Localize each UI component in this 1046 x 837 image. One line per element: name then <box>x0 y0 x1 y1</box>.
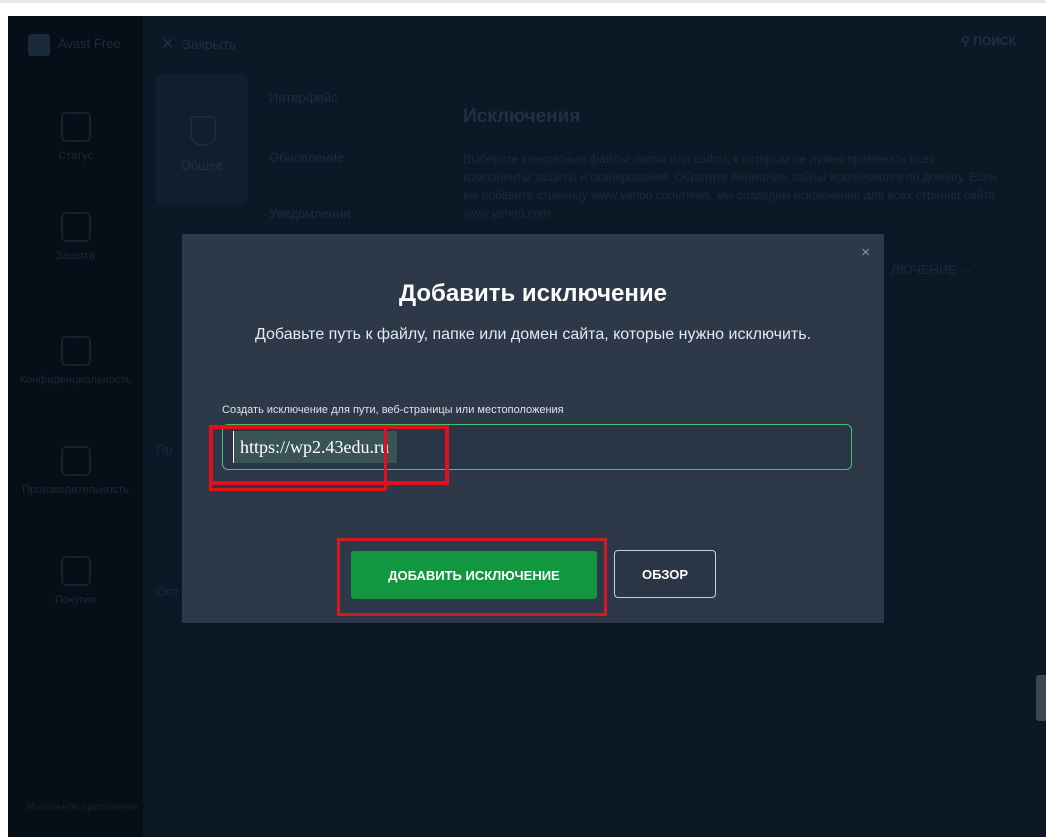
app-sidebar: Avast Free Статус Защита Конфиденциально… <box>8 16 143 837</box>
lock-icon <box>60 212 91 242</box>
sidebar-item-label: Статус <box>58 150 93 162</box>
add-exception-link-label: ЛЮЧЕНИЕ <box>891 262 957 277</box>
dialog-close-icon[interactable]: × <box>861 244 870 261</box>
section-title: Исключения <box>463 106 581 127</box>
side-handle[interactable] <box>1036 675 1046 721</box>
highlight-add-button-box <box>337 538 607 616</box>
window-top-border <box>0 0 1046 3</box>
sidebar-item-label: Покупки <box>54 594 97 606</box>
arrow-right-icon: → <box>960 262 974 277</box>
sidebar-item-performance[interactable]: Производительность <box>8 446 143 496</box>
shield-icon <box>190 116 216 146</box>
speedometer-icon <box>60 446 91 476</box>
sidebar-item-protection[interactable]: Защита <box>8 212 143 262</box>
sidebar-item-label: Производительность <box>22 484 129 496</box>
category-label: Общее <box>180 158 224 173</box>
section-description: Выберите конкретные файлы, папки или сай… <box>463 152 997 220</box>
search-button[interactable]: ⚲ ПОИСК <box>961 34 1016 48</box>
status-icon <box>60 112 91 142</box>
browse-button[interactable]: ОБЗОР <box>614 550 716 598</box>
subnav-item-interface[interactable]: Интерфейс <box>269 90 337 105</box>
mobile-app-link[interactable]: Мобильное приложение <box>26 801 139 815</box>
subnav-item-notifications[interactable]: Уведомления <box>269 206 350 221</box>
dialog-title: Добавить исключение <box>398 280 668 307</box>
close-settings-button[interactable]: ✕ Закрыть <box>161 34 236 54</box>
cart-icon <box>60 556 91 586</box>
close-icon: ✕ <box>161 36 175 53</box>
search-icon: ⚲ <box>961 34 971 48</box>
avast-logo-icon <box>28 34 50 56</box>
subnav-item-update[interactable]: Обновление <box>269 150 344 165</box>
sidebar-item-shopping[interactable]: Покупки <box>8 556 143 606</box>
exception-field-label: Создать исключение для пути, веб-страниц… <box>222 404 564 416</box>
sidebar-item-label: Защита <box>56 250 95 262</box>
app-name: Avast Free <box>58 36 121 51</box>
dialog-subtitle: Добавьте путь к файлу, папке или домен с… <box>254 326 812 343</box>
subnav-item-partial[interactable]: Пр <box>156 442 173 457</box>
add-exception-link[interactable]: ЛЮЧЕНИЕ → <box>891 262 974 277</box>
close-label: Закрыть <box>182 36 237 52</box>
category-general[interactable]: Общее <box>156 74 248 204</box>
sidebar-item-privacy[interactable]: Конфиденциальность <box>8 336 143 386</box>
sidebar-item-status[interactable]: Статус <box>8 112 143 162</box>
fingerprint-icon <box>60 336 91 366</box>
subnav-item-partial[interactable]: Опт <box>156 584 179 599</box>
search-label: ПОИСК <box>973 34 1016 48</box>
sidebar-item-label: Конфиденциальность <box>19 374 132 386</box>
highlight-input-box-secondary <box>209 425 387 491</box>
